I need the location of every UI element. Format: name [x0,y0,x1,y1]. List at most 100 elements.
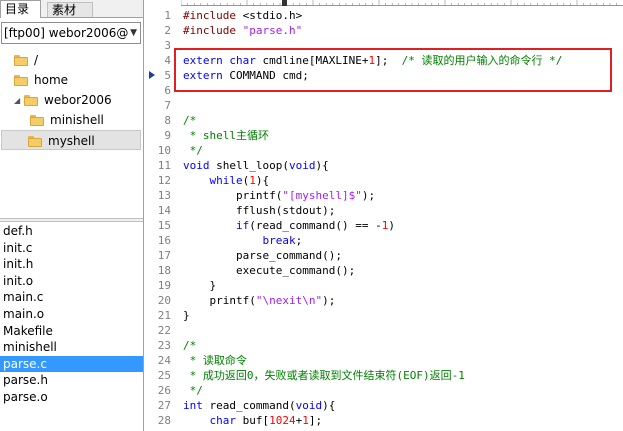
code-token: ); [361,189,376,202]
code-token: } [183,309,190,322]
code-token: ){ [255,174,270,187]
file-item[interactable]: init.o [0,273,143,290]
code-line[interactable]: printf("\nexit\n"); [183,293,335,308]
code-editor[interactable]: 1 2 3 4 5 6 7 8 9 10 11 12 13 14 15 16 17 18 19 20 21 22 23 24 2… [145,0,623,431]
code-line[interactable]: if(read_command() == -1) [183,218,395,233]
sidebar-tabs: 目录 素材 [0,0,143,18]
tab-materials[interactable]: 素材 [47,2,93,17]
code-token: buf[ [242,414,270,427]
code-line[interactable]: parse_command(); [183,248,342,263]
code-token: shell_loop( [216,159,289,172]
chevron-down-icon[interactable]: ▼ [130,23,137,43]
line-number: 16 [157,234,171,247]
line-number: 9 [164,129,171,142]
line-number: 18 [157,264,171,277]
file-item[interactable]: init.h [0,256,143,273]
tree-item-label: myshell [48,134,95,148]
line-number: 20 [157,294,171,307]
tree-item-root[interactable]: / [4,50,143,70]
code-line[interactable]: printf("[myshell]$"); [183,188,375,203]
code-line[interactable]: */ [183,383,203,398]
tree-item-minishell[interactable]: minishell [20,110,143,130]
code-token: */ [183,384,203,397]
code-line[interactable]: break; [183,233,302,248]
folder-icon [30,115,44,126]
chevron-expanded-icon[interactable]: ◢ [14,91,24,111]
code-line[interactable]: char buf[1024+1]; [183,413,323,428]
code-line[interactable]: #include <stdio.h> [183,8,302,23]
code-token: void [183,159,217,172]
line-number: 8 [164,114,171,127]
tree-item-webor2006[interactable]: ◢ webor2006 [14,90,143,110]
code-line[interactable]: */ [183,143,203,158]
code-token: while [209,174,243,187]
code-token: 1 [302,414,309,427]
line-number: 1 [164,9,171,22]
code-line[interactable]: int read_command(void){ [183,398,335,413]
annotation-highlight-box [174,48,612,92]
line-number: 3 [164,39,171,52]
code-token: * 成功返回0，失败或者读取到文件结束符(EOF)返回-1 [183,369,465,382]
code-line[interactable]: } [183,308,190,323]
code-token: 1 [249,174,256,187]
line-number: 2 [164,24,171,37]
code-token: (read_command() == - [249,219,382,232]
code-line[interactable]: #include "parse.h" [183,23,302,38]
code-line[interactable]: * 读取命令 [183,353,247,368]
file-item[interactable]: main.c [0,289,143,306]
code-token: execute_command(); [183,264,356,277]
code-token: ); [322,294,336,307]
folder-icon [14,55,28,66]
line-number: 7 [164,99,171,112]
code-token: parse_command(); [183,249,342,262]
tab-directory[interactable]: 目录 [0,0,41,18]
file-item[interactable]: minishell [0,339,143,356]
folder-icon [14,75,28,86]
code-token: printf( [183,189,283,202]
line-number: 24 [157,354,171,367]
code-line[interactable]: * shell主循环 [183,128,269,143]
code-token: break [262,234,296,247]
file-item[interactable]: def.h [0,223,143,240]
code-line[interactable]: while(1){ [183,173,270,188]
line-number: 26 [157,384,171,397]
ruler-ticks [181,0,623,6]
code-token: */ [183,144,203,157]
tree-item-label: home [34,73,69,87]
tree-item-myshell[interactable]: myshell [1,130,141,150]
line-number: 17 [157,249,171,262]
tree-item-label: / [34,53,39,67]
code-token: "parse.h" [242,24,303,37]
file-item[interactable]: init.c [0,240,143,257]
code-token: * 读取命令 [183,354,247,367]
code-token: * shell主循环 [183,129,269,142]
code-token: "[myshell]$" [282,189,362,202]
line-number: 25 [157,369,171,382]
panel-splitter[interactable] [0,218,143,222]
code-line[interactable]: void shell_loop(void){ [183,158,329,173]
line-number: 15 [157,219,171,232]
file-item[interactable]: main.o [0,306,143,323]
file-item[interactable]: Makefile [0,323,143,340]
code-line[interactable]: /* [183,338,196,353]
code-line[interactable]: execute_command(); [183,263,355,278]
code-line[interactable]: } [183,278,216,293]
file-item[interactable]: parse.o [0,389,143,406]
line-number: 13 [157,189,171,202]
code-line[interactable]: /* [183,113,196,128]
code-token: ; [295,234,303,247]
line-number: 23 [157,339,171,352]
server-select[interactable]: [ftp00] webor2006@ ▼ [1,22,141,44]
code-token: } [183,279,217,292]
line-number: 6 [164,84,171,97]
file-item-selected[interactable]: parse.c [0,355,143,373]
file-item[interactable]: parse.h [0,372,143,389]
code-line[interactable]: * 成功返回0，失败或者读取到文件结束符(EOF)返回-1 [183,368,465,383]
code-token: { [322,159,329,172]
tree-item-home[interactable]: home [4,70,143,90]
code-line[interactable]: fflush(stdout); [183,203,335,218]
line-number: 27 [157,399,171,412]
